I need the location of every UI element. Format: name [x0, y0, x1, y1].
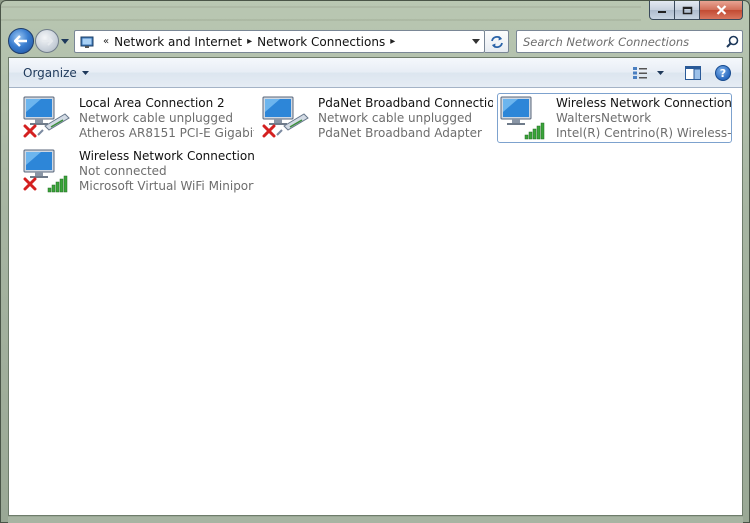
disconnected-x-icon	[23, 177, 37, 191]
breadcrumb-network-connections[interactable]: Network Connections	[257, 35, 385, 49]
chevron-down-icon	[61, 38, 69, 44]
connection-details: Local Area Connection 2 Network cable un…	[79, 94, 254, 142]
connection-details: PdaNet Broadband Connection Network cabl…	[318, 94, 493, 142]
wireless-connection-icon	[498, 94, 556, 144]
organize-menu[interactable]: Organize	[23, 66, 89, 80]
search-box[interactable]	[516, 30, 743, 53]
connections-list: Local Area Connection 2 Network cable un…	[9, 89, 742, 515]
connection-details: Wireless Network Connection 3 Not connec…	[79, 147, 254, 195]
organize-label: Organize	[23, 65, 77, 80]
maximize-button[interactable]	[675, 1, 700, 20]
signal-strength-icon	[47, 175, 68, 193]
arrow-right-icon	[42, 36, 53, 46]
window-bottom-border	[8, 517, 743, 523]
preview-pane-icon	[685, 66, 701, 80]
maximize-icon	[682, 6, 692, 14]
breadcrumb-overflow[interactable]: «	[98, 36, 114, 47]
wired-connection-icon	[260, 94, 318, 144]
chevron-down-icon	[81, 70, 89, 75]
preview-pane-button[interactable]	[680, 62, 706, 84]
connection-device: Intel(R) Centrino(R) Wireless-N 10...	[556, 126, 731, 140]
command-bar-tools: ?	[630, 62, 736, 84]
background-blur	[1, 1, 641, 27]
content-pane: Organize ? Local Area Connection 2 Netwo…	[8, 57, 743, 516]
connection-item-pdanet-broadband[interactable]: PdaNet Broadband Connection Network cabl…	[259, 93, 494, 143]
address-history-dropdown[interactable]	[466, 31, 484, 52]
search-button[interactable]	[722, 32, 742, 52]
network-folder-icon	[79, 34, 95, 50]
connection-status: WaltersNetwork	[556, 111, 652, 125]
help-icon: ?	[715, 65, 731, 81]
breadcrumb-separator[interactable]: ▸	[385, 36, 400, 47]
disconnected-x-icon	[23, 124, 37, 138]
recent-pages-button[interactable]	[60, 36, 70, 46]
connection-status: Network cable unplugged	[318, 111, 473, 125]
command-bar: Organize ?	[9, 58, 742, 88]
arrow-left-icon	[14, 35, 27, 47]
forward-button[interactable]	[35, 29, 59, 53]
chevron-down-icon	[471, 39, 480, 44]
connection-name: PdaNet Broadband Connection	[318, 96, 493, 110]
refresh-button[interactable]	[485, 30, 509, 53]
connection-name: Wireless Network Connection	[556, 96, 731, 110]
connection-device: Microsoft Virtual WiFi Miniport A...	[79, 179, 254, 193]
connection-name: Wireless Network Connection 3	[79, 149, 254, 163]
caption-buttons	[649, 1, 743, 20]
close-icon	[716, 5, 726, 15]
wireless-connection-icon	[21, 147, 79, 197]
address-bar[interactable]: « Network and Internet ▸ Network Connect…	[74, 30, 485, 53]
close-button[interactable]	[700, 1, 743, 20]
connection-item-wireless-network-connection[interactable]: Wireless Network Connection WaltersNetwo…	[497, 93, 732, 143]
change-view-button[interactable]	[630, 62, 666, 84]
minimize-button[interactable]	[649, 1, 675, 20]
disconnected-x-icon	[262, 124, 276, 138]
connection-item-wireless-network-connection-3[interactable]: Wireless Network Connection 3 Not connec…	[20, 146, 255, 196]
help-button[interactable]: ?	[710, 62, 736, 84]
connection-name: Local Area Connection 2	[79, 96, 225, 110]
refresh-icon	[490, 35, 503, 48]
connection-item-local-area-connection-2[interactable]: Local Area Connection 2 Network cable un…	[20, 93, 255, 143]
connection-device: PdaNet Broadband Adapter	[318, 126, 482, 140]
breadcrumb-network-and-internet[interactable]: Network and Internet	[114, 35, 242, 49]
search-input[interactable]	[523, 32, 722, 51]
minimize-icon	[658, 11, 666, 13]
navigation-bar: « Network and Internet ▸ Network Connect…	[7, 28, 745, 56]
chevron-down-icon	[657, 71, 664, 75]
connection-status: Not connected	[79, 164, 167, 178]
search-icon	[725, 35, 738, 48]
view-details-icon	[633, 67, 647, 79]
connection-details: Wireless Network Connection WaltersNetwo…	[556, 94, 731, 142]
back-button[interactable]	[8, 28, 34, 54]
breadcrumb-separator[interactable]: ▸	[242, 36, 257, 47]
connection-status: Network cable unplugged	[79, 111, 234, 125]
signal-strength-icon	[524, 122, 545, 140]
wired-connection-icon	[21, 94, 79, 144]
connection-device: Atheros AR8151 PCI-E Gigabit Eth...	[79, 126, 254, 140]
